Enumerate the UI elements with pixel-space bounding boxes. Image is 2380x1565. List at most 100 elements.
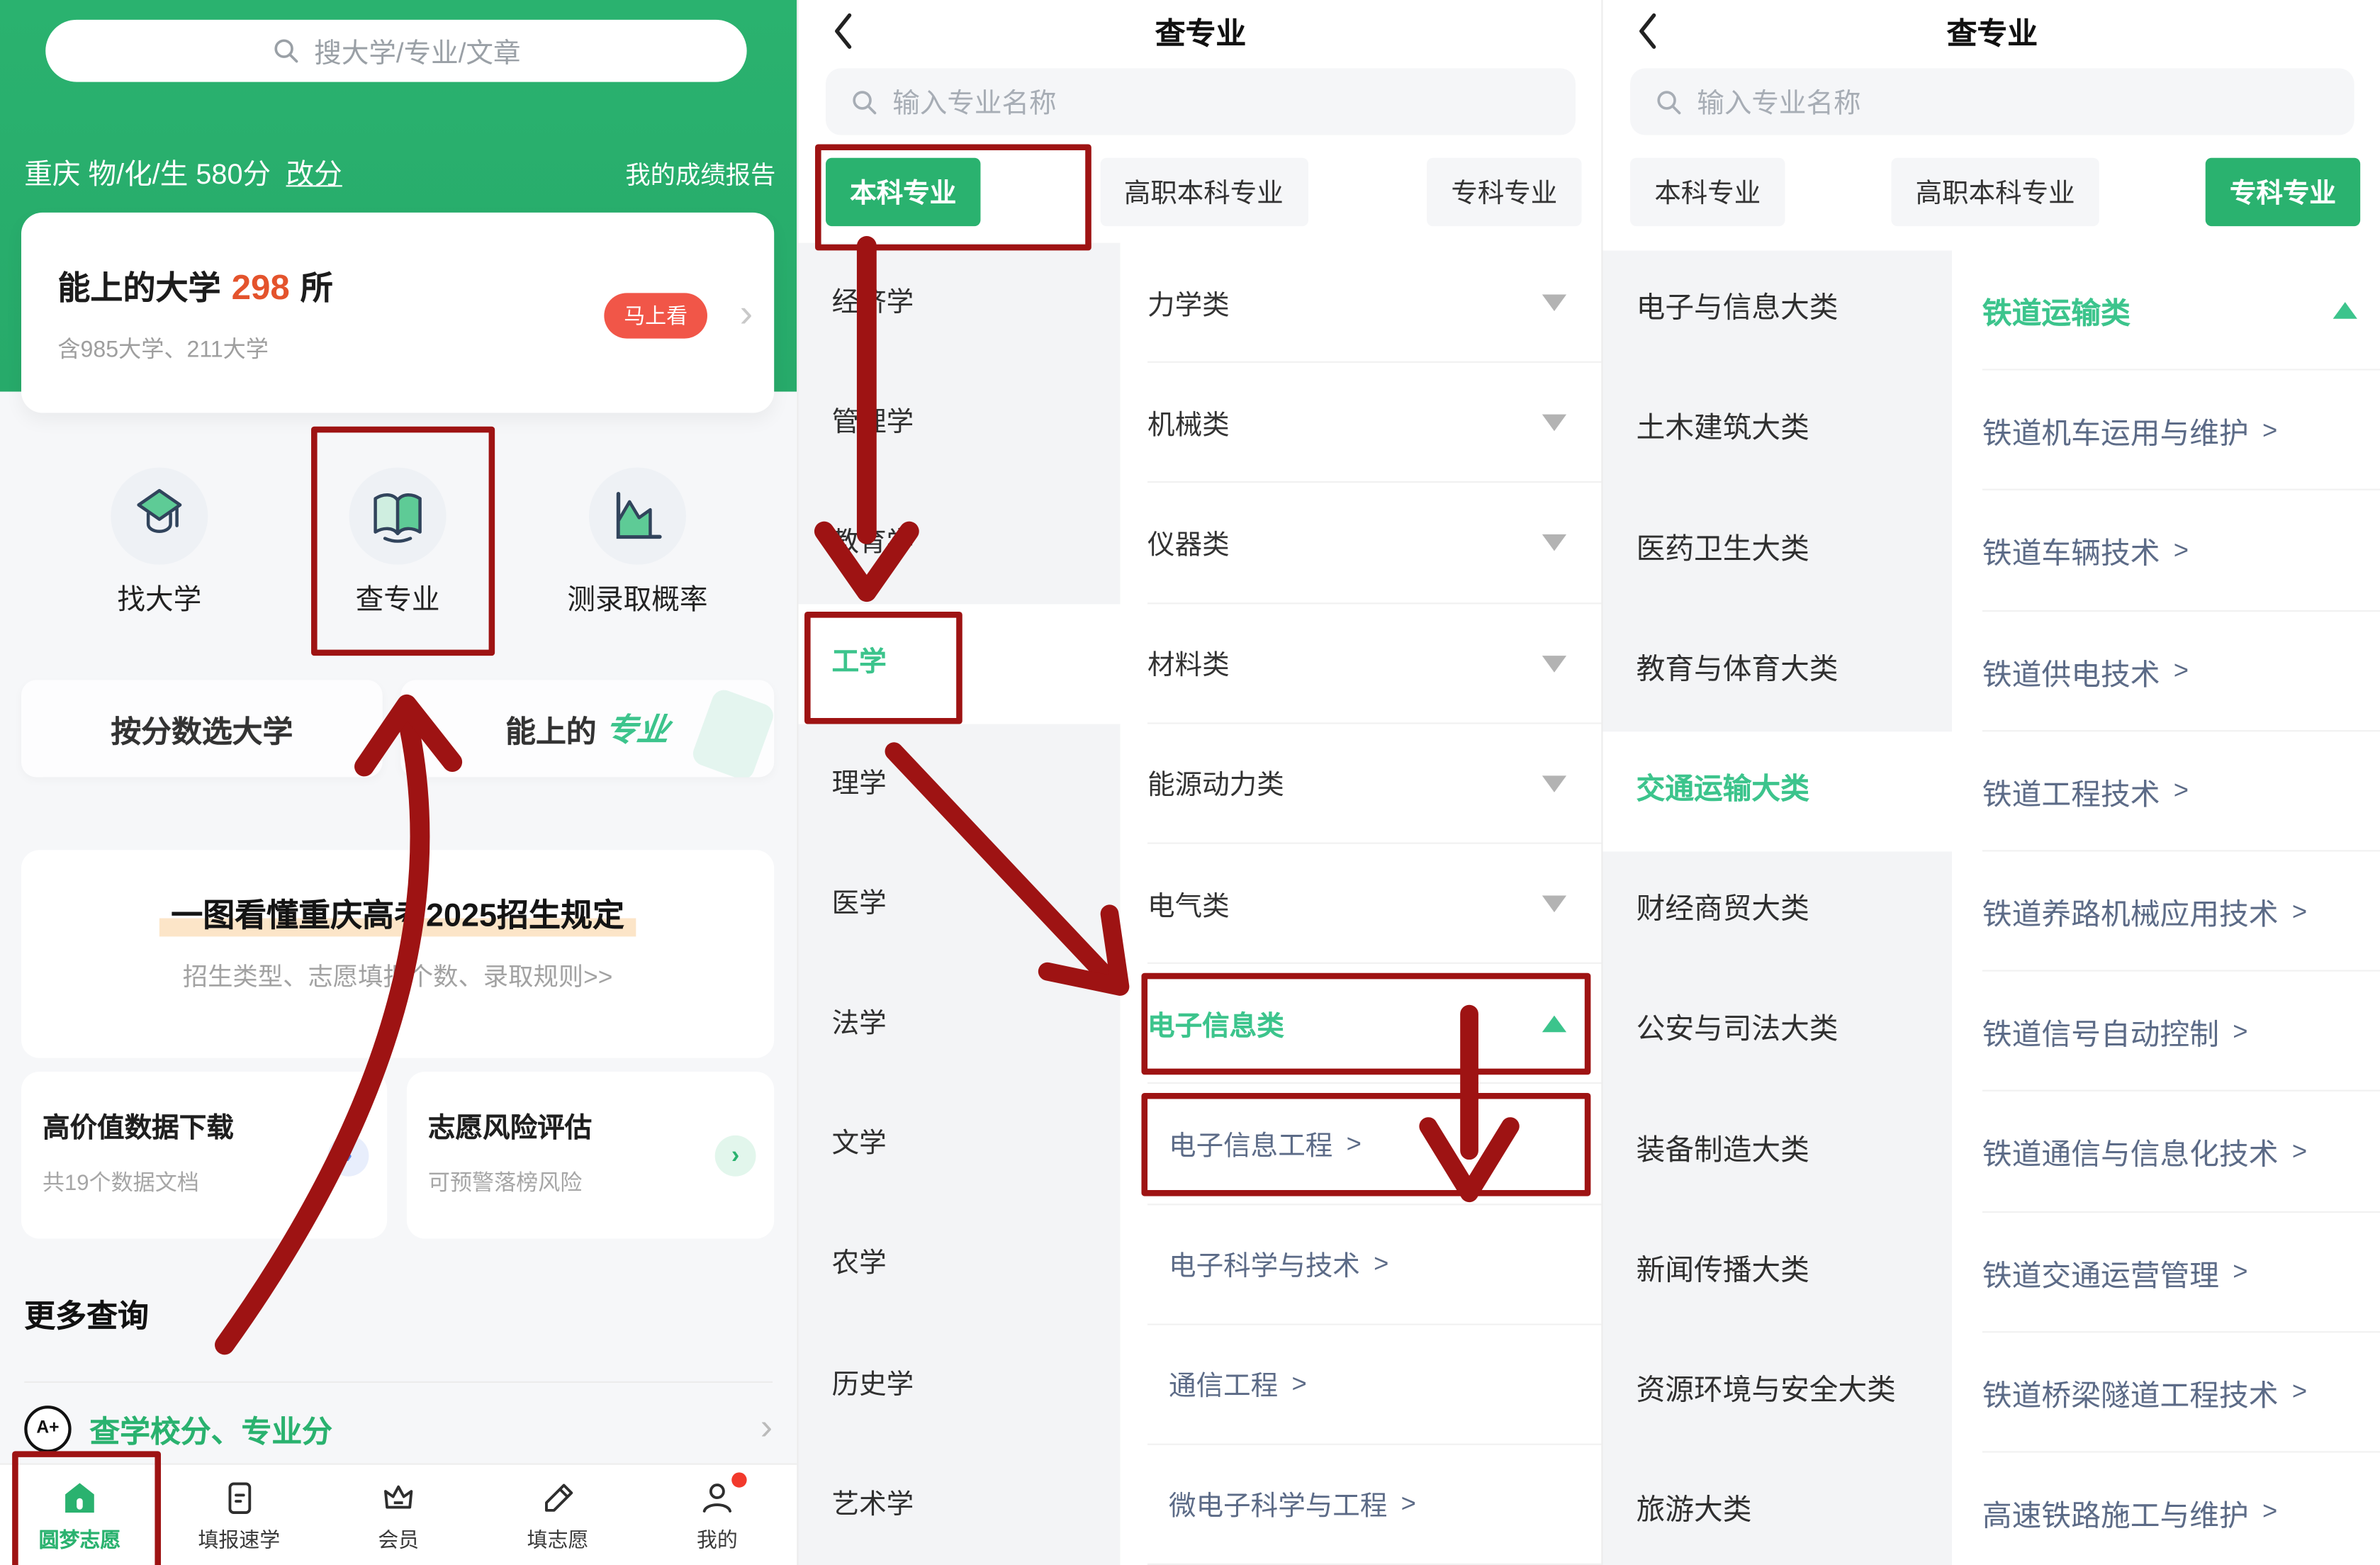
major-group-row[interactable]: 电气类 bbox=[1120, 844, 1602, 965]
major-browser: 电子与信息大类土木建筑大类医药卫生大类教育与体育大类交通运输大类财经商贸大类公安… bbox=[1603, 250, 2380, 1565]
tab-vocational-bachelor-major[interactable]: 高职本科专业 bbox=[1100, 158, 1308, 226]
person-icon bbox=[697, 1478, 738, 1518]
tab-bachelor-major[interactable]: 本科专业 bbox=[826, 158, 980, 226]
tab-quick-learn[interactable]: 填报速学 bbox=[159, 1465, 319, 1565]
chevron-right-icon: › bbox=[760, 1407, 773, 1449]
tab-fill-application[interactable]: 填志愿 bbox=[478, 1465, 638, 1565]
sidebar-category[interactable]: 教育学 bbox=[798, 483, 1120, 604]
major-item-row[interactable]: 铁道机车运用与维护> bbox=[1952, 371, 2380, 491]
tab-label: 我的 bbox=[697, 1522, 738, 1552]
quick-action-find-major[interactable]: 查专业 bbox=[307, 468, 489, 618]
sidebar-category[interactable]: 经济学 bbox=[798, 243, 1120, 364]
expand-triangle-icon[interactable] bbox=[1542, 896, 1566, 913]
chevron-right-icon[interactable]: › bbox=[715, 1135, 756, 1177]
major-item-row[interactable]: 电子信息工程> bbox=[1120, 1084, 1602, 1205]
major-group-row[interactable]: 能源动力类 bbox=[1120, 724, 1602, 844]
tab-bachelor-major[interactable]: 本科专业 bbox=[1630, 158, 1785, 226]
bottom-tab-bar: 圆梦志愿 填报速学 会员 填志愿 我的 bbox=[0, 1463, 797, 1564]
tab-profile[interactable]: 我的 bbox=[637, 1465, 797, 1565]
chevron-right-icon[interactable]: › bbox=[328, 1135, 369, 1177]
major-item-row[interactable]: 铁道工程技术> bbox=[1952, 731, 2380, 852]
major-search-bachelor-screen: 查专业 输入专业名称 本科专业 高职本科专业 专科专业 经济学管理学教育学工学理… bbox=[797, 0, 1602, 1565]
sidebar-category[interactable]: 电子与信息大类 bbox=[1603, 250, 1953, 371]
major-group-row[interactable]: 仪器类 bbox=[1120, 483, 1602, 604]
chart-icon bbox=[605, 484, 669, 548]
sidebar-category[interactable]: 工学 bbox=[798, 603, 1120, 724]
sidebar-category[interactable]: 财经商贸大类 bbox=[1603, 851, 1953, 972]
major-item-row[interactable]: 铁道车辆技术> bbox=[1952, 491, 2380, 612]
collapse-triangle-icon[interactable] bbox=[2333, 302, 2357, 319]
back-icon[interactable] bbox=[1637, 12, 1659, 50]
sidebar-category[interactable]: 理学 bbox=[798, 724, 1120, 844]
expand-triangle-icon[interactable] bbox=[1542, 535, 1566, 552]
sidebar-category[interactable]: 资源环境与安全大类 bbox=[1603, 1333, 1953, 1453]
sidebar-category[interactable]: 旅游大类 bbox=[1603, 1452, 1953, 1565]
major-item-row[interactable]: 铁道交通运营管理> bbox=[1952, 1212, 2380, 1333]
sidebar-category[interactable]: 文学 bbox=[798, 1084, 1120, 1205]
sidebar-category[interactable]: 法学 bbox=[798, 964, 1120, 1084]
home-search-placeholder: 搜大学/专业/文章 bbox=[314, 31, 520, 71]
tab-label: 填志愿 bbox=[527, 1522, 589, 1552]
home-screen: 搜大学/专业/文章 重庆 物/化/生 580分改分 我的成绩报告 能上的大学29… bbox=[0, 0, 797, 1565]
open-book-icon bbox=[366, 484, 430, 548]
tab-home[interactable]: 圆梦志愿 bbox=[0, 1465, 159, 1565]
admission-rules-banner[interactable]: 一图看懂重庆高考2025招生规定 招生类型、志愿填报个数、录取规则>> bbox=[21, 850, 774, 1058]
tab-membership[interactable]: 会员 bbox=[319, 1465, 478, 1565]
major-item-row[interactable]: 铁道通信与信息化技术> bbox=[1952, 1092, 2380, 1212]
sidebar-category[interactable]: 历史学 bbox=[798, 1325, 1120, 1445]
sidebar-category[interactable]: 医学 bbox=[798, 844, 1120, 965]
back-icon[interactable] bbox=[832, 12, 855, 50]
major-group-row[interactable]: 力学类 bbox=[1120, 243, 1602, 364]
sidebar-category[interactable]: 土木建筑大类 bbox=[1603, 371, 1953, 491]
major-item-row[interactable]: 铁道桥梁隧道工程技术> bbox=[1952, 1333, 2380, 1453]
chevron-right-icon: > bbox=[1374, 1250, 1388, 1280]
score-report-link[interactable]: 我的成绩报告 bbox=[625, 155, 775, 191]
sidebar-category[interactable]: 交通运输大类 bbox=[1603, 731, 1953, 852]
major-item-row[interactable]: 铁道供电技术> bbox=[1952, 611, 2380, 731]
expand-triangle-icon[interactable] bbox=[1542, 655, 1566, 672]
collapse-triangle-icon[interactable] bbox=[1542, 1016, 1566, 1033]
sidebar-category[interactable]: 装备制造大类 bbox=[1603, 1092, 1953, 1212]
change-score-link[interactable]: 改分 bbox=[286, 158, 342, 190]
major-group-row[interactable]: 电子信息类 bbox=[1120, 964, 1602, 1084]
quick-action-find-university[interactable]: 找大学 bbox=[68, 468, 250, 618]
major-group-row[interactable]: 铁道运输类 bbox=[1952, 250, 2380, 371]
select-university-by-score-button[interactable]: 按分数选大学 bbox=[21, 680, 383, 777]
major-item-row[interactable]: 铁道信号自动控制> bbox=[1952, 972, 2380, 1092]
quick-action-admission-probability[interactable]: 测录取概率 bbox=[546, 468, 729, 618]
major-item-row[interactable]: 微电子科学与工程> bbox=[1120, 1445, 1602, 1565]
sidebar-category[interactable]: 教育与体育大类 bbox=[1603, 611, 1953, 731]
major-item-row[interactable]: 铁道养路机械应用技术> bbox=[1952, 851, 2380, 972]
sidebar-category[interactable]: 管理学 bbox=[798, 363, 1120, 483]
major-group-row[interactable]: 材料类 bbox=[1120, 603, 1602, 724]
admissible-universities-card[interactable]: 能上的大学298所 含985大学、211大学 马上看 › bbox=[21, 213, 774, 413]
major-group-row[interactable]: 机械类 bbox=[1120, 363, 1602, 483]
school-score-query-row[interactable]: A+ 查学校分、专业分 › bbox=[24, 1393, 773, 1464]
tab-college-major[interactable]: 专科专业 bbox=[1427, 158, 1581, 226]
sidebar-category-label: 装备制造大类 bbox=[1637, 1133, 1809, 1171]
sidebar-category[interactable]: 艺术学 bbox=[798, 1445, 1120, 1565]
major-item-row[interactable]: 高速铁路施工与维护> bbox=[1952, 1452, 2380, 1565]
view-now-badge[interactable]: 马上看 bbox=[604, 293, 707, 338]
tab-vocational-bachelor-major[interactable]: 高职本科专业 bbox=[1891, 158, 2099, 226]
sidebar-category[interactable]: 医药卫生大类 bbox=[1603, 491, 1953, 612]
major-item-row[interactable]: 电子科学与技术> bbox=[1120, 1204, 1602, 1325]
school-score-query-link[interactable]: 查学校分、专业分 bbox=[89, 1406, 332, 1450]
expand-triangle-icon[interactable] bbox=[1542, 295, 1566, 312]
graduation-cap-icon bbox=[128, 484, 191, 548]
search-icon bbox=[850, 87, 879, 116]
major-search-input[interactable]: 输入专业名称 bbox=[1630, 68, 2354, 135]
sidebar-category[interactable]: 农学 bbox=[798, 1204, 1120, 1325]
major-search-input[interactable]: 输入专业名称 bbox=[826, 68, 1576, 135]
home-search-input[interactable]: 搜大学/专业/文章 bbox=[45, 20, 746, 82]
risk-evaluation-card[interactable]: 志愿风险评估 可预警落榜风险 › bbox=[407, 1072, 774, 1239]
admissible-majors-button[interactable]: 能上的 专业 bbox=[400, 680, 774, 777]
expand-triangle-icon[interactable] bbox=[1542, 775, 1566, 792]
major-item-row[interactable]: 通信工程> bbox=[1120, 1325, 1602, 1445]
sidebar-category-label: 农学 bbox=[832, 1247, 887, 1282]
expand-triangle-icon[interactable] bbox=[1542, 415, 1566, 432]
tab-college-major[interactable]: 专科专业 bbox=[2206, 158, 2360, 226]
sidebar-category[interactable]: 公安与司法大类 bbox=[1603, 972, 1953, 1092]
data-download-card[interactable]: 高价值数据下载 共19个数据文档 › bbox=[21, 1072, 387, 1239]
sidebar-category[interactable]: 新闻传播大类 bbox=[1603, 1212, 1953, 1333]
